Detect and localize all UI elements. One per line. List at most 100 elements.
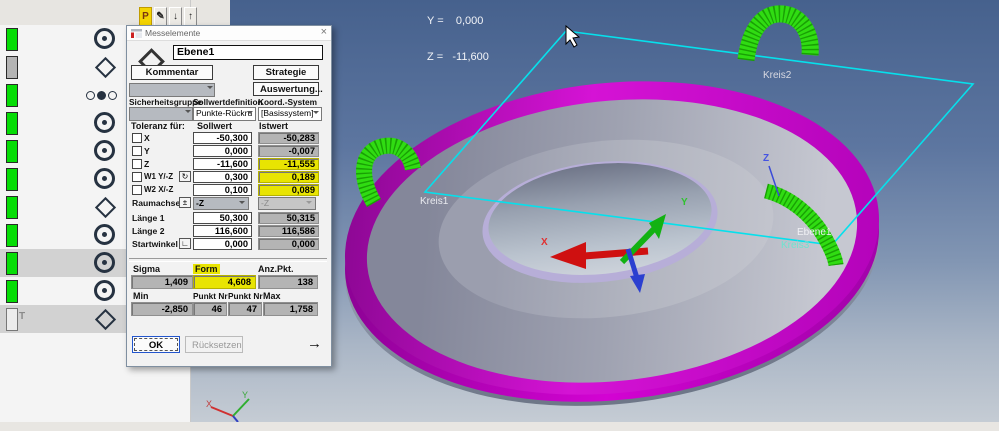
separator xyxy=(129,258,327,262)
circle-icon xyxy=(94,252,115,273)
startwinkel-sollwert-field[interactable]: 0,000 xyxy=(193,238,252,250)
plane-icon xyxy=(94,56,117,79)
row-label: Y xyxy=(144,146,150,156)
messelemente-dialog: Messelemente × Ebene1 Kommentar Strategi… xyxy=(126,25,332,367)
sicherheitsgruppe-dropdown[interactable] xyxy=(129,107,193,121)
sollwert-header: Sollwert xyxy=(197,121,233,131)
anzpkt-label: Anz.Pkt. xyxy=(258,264,294,274)
w2-checkbox[interactable] xyxy=(132,185,142,195)
ok-button[interactable]: OK xyxy=(132,336,180,353)
auswertung-button[interactable]: Auswertung... xyxy=(253,82,323,96)
toolbar: P ✎ ↓ ↑ xyxy=(139,7,197,26)
angle-button[interactable]: ∟ xyxy=(179,238,191,249)
punktnr1-value: 46 xyxy=(193,302,227,316)
readout-y: Y = 0,000 xyxy=(427,15,484,27)
max-value: 1,758 xyxy=(263,302,318,316)
tolerance-row-w1: W1 Y/-Z ↻ 0,300 0,189 xyxy=(127,171,331,183)
z-sollwert-field[interactable]: -11,600 xyxy=(193,158,252,170)
status-bar-green xyxy=(6,196,18,219)
laenge1-row: Länge 1 50,300 50,315 xyxy=(127,212,331,224)
move-down-button[interactable]: ↓ xyxy=(169,7,182,26)
theoretical-marker: T xyxy=(19,311,26,322)
anzpkt-value: 138 xyxy=(258,275,318,289)
w1-swap-button[interactable]: ↻ xyxy=(179,171,191,182)
w1-istwert-value: 0,189 xyxy=(258,171,319,183)
x-axis-label: X xyxy=(541,237,548,248)
tolerance-row-x: X -50,300 -50,283 xyxy=(127,132,331,144)
plus-minus-button[interactable]: ± xyxy=(179,197,191,208)
status-bar-green xyxy=(6,84,18,107)
circle-icon xyxy=(94,280,115,301)
dialog-titlebar[interactable]: Messelemente × xyxy=(127,26,331,41)
strategie-button[interactable]: Strategie xyxy=(253,65,319,80)
tolerance-row-z: Z -11,600 -11,555 xyxy=(127,158,331,170)
laenge1-label: Länge 1 xyxy=(132,213,165,223)
z-checkbox[interactable] xyxy=(132,159,142,169)
startwinkel-istwert-value: 0,000 xyxy=(258,238,319,250)
chevron-down-icon xyxy=(185,110,191,116)
x-checkbox[interactable] xyxy=(132,133,142,143)
chevron-down-icon xyxy=(313,111,319,117)
move-up-button[interactable]: ↑ xyxy=(184,7,197,26)
probe-toggle-button[interactable]: P xyxy=(139,7,152,26)
status-bar-green xyxy=(6,280,18,303)
y-istwert-value: -0,007 xyxy=(258,145,319,157)
x-sollwert-field[interactable]: -50,300 xyxy=(193,132,252,144)
w1-checkbox[interactable] xyxy=(132,172,142,182)
label-kreis2: Kreis2 xyxy=(763,70,792,81)
chevron-down-icon xyxy=(247,111,253,117)
w2-sollwert-field[interactable]: 0,100 xyxy=(193,184,252,196)
sigma-label: Sigma xyxy=(133,264,161,274)
edit-pencil-button[interactable]: ✎ xyxy=(154,7,167,26)
punktnr2-value: 47 xyxy=(228,302,262,316)
next-arrow-button[interactable]: → xyxy=(301,334,323,352)
tolerance-row-w2: W2 X/-Z 0,100 0,089 xyxy=(127,184,331,196)
row-label: W2 X/-Z xyxy=(144,185,174,194)
status-bar-green xyxy=(6,112,18,135)
x-istwert-value: -50,283 xyxy=(258,132,319,144)
mini-triad-y-label: Y xyxy=(242,390,249,400)
laenge1-istwert-value: 50,315 xyxy=(258,212,319,224)
form-value: 4,608 xyxy=(193,275,256,289)
circle-icon xyxy=(94,28,115,49)
mini-triad-x-label: X xyxy=(206,399,213,409)
min-value: -2,850 xyxy=(131,302,193,316)
ruecksetzen-button[interactable]: Rücksetzen xyxy=(185,336,243,353)
element-name-field[interactable]: Ebene1 xyxy=(173,45,323,60)
close-icon[interactable]: × xyxy=(321,26,327,38)
status-bar-green xyxy=(6,168,18,191)
y-axis-label: Y xyxy=(681,197,688,208)
plane-icon xyxy=(94,196,117,219)
dialog-title: Messelemente xyxy=(145,28,201,38)
w2-istwert-value: 0,089 xyxy=(258,184,319,196)
sicherheitsgruppe-label: Sicherheitsgruppe xyxy=(129,97,202,107)
laenge1-sollwert-field[interactable]: 50,300 xyxy=(193,212,252,224)
circle-icon xyxy=(94,224,115,245)
circle-icon xyxy=(94,140,115,161)
raumachse-row: Raumachse ± -Z -Z xyxy=(127,197,331,210)
istwert-header: Istwert xyxy=(259,121,289,131)
chevron-down-icon xyxy=(306,201,312,207)
laenge2-label: Länge 2 xyxy=(132,226,165,236)
comment-dropdown[interactable] xyxy=(129,83,215,97)
status-bar-green xyxy=(6,140,18,163)
chevron-down-icon xyxy=(239,201,245,207)
status-bar-white xyxy=(6,308,18,331)
circle-icon xyxy=(94,112,115,133)
laenge2-istwert-value: 116,586 xyxy=(258,225,319,237)
coordinate-readout: Y = 0,000 Z = -11,600 xyxy=(427,0,489,87)
sollwertdefinition-label: Sollwertdefinition xyxy=(193,97,263,107)
startwinkel-row: Startwinkel ∟ 0,000 0,000 xyxy=(127,238,331,250)
symmetry-point-icon xyxy=(86,91,126,100)
laenge2-sollwert-field[interactable]: 116,600 xyxy=(193,225,252,237)
laenge2-row: Länge 2 116,600 116,586 xyxy=(127,225,331,237)
y-sollwert-field[interactable]: 0,000 xyxy=(193,145,252,157)
w1-sollwert-field[interactable]: 0,300 xyxy=(193,171,252,183)
y-checkbox[interactable] xyxy=(132,146,142,156)
status-bar-gray xyxy=(6,56,18,79)
circle-icon xyxy=(94,168,115,189)
punktnr2-label: Punkt Nr xyxy=(228,291,263,301)
max-label: Max xyxy=(263,291,281,301)
calypso-app: { "toolbar": { "p": "P", "pencil": "✎", … xyxy=(0,0,999,431)
kommentar-button[interactable]: Kommentar xyxy=(131,65,213,80)
